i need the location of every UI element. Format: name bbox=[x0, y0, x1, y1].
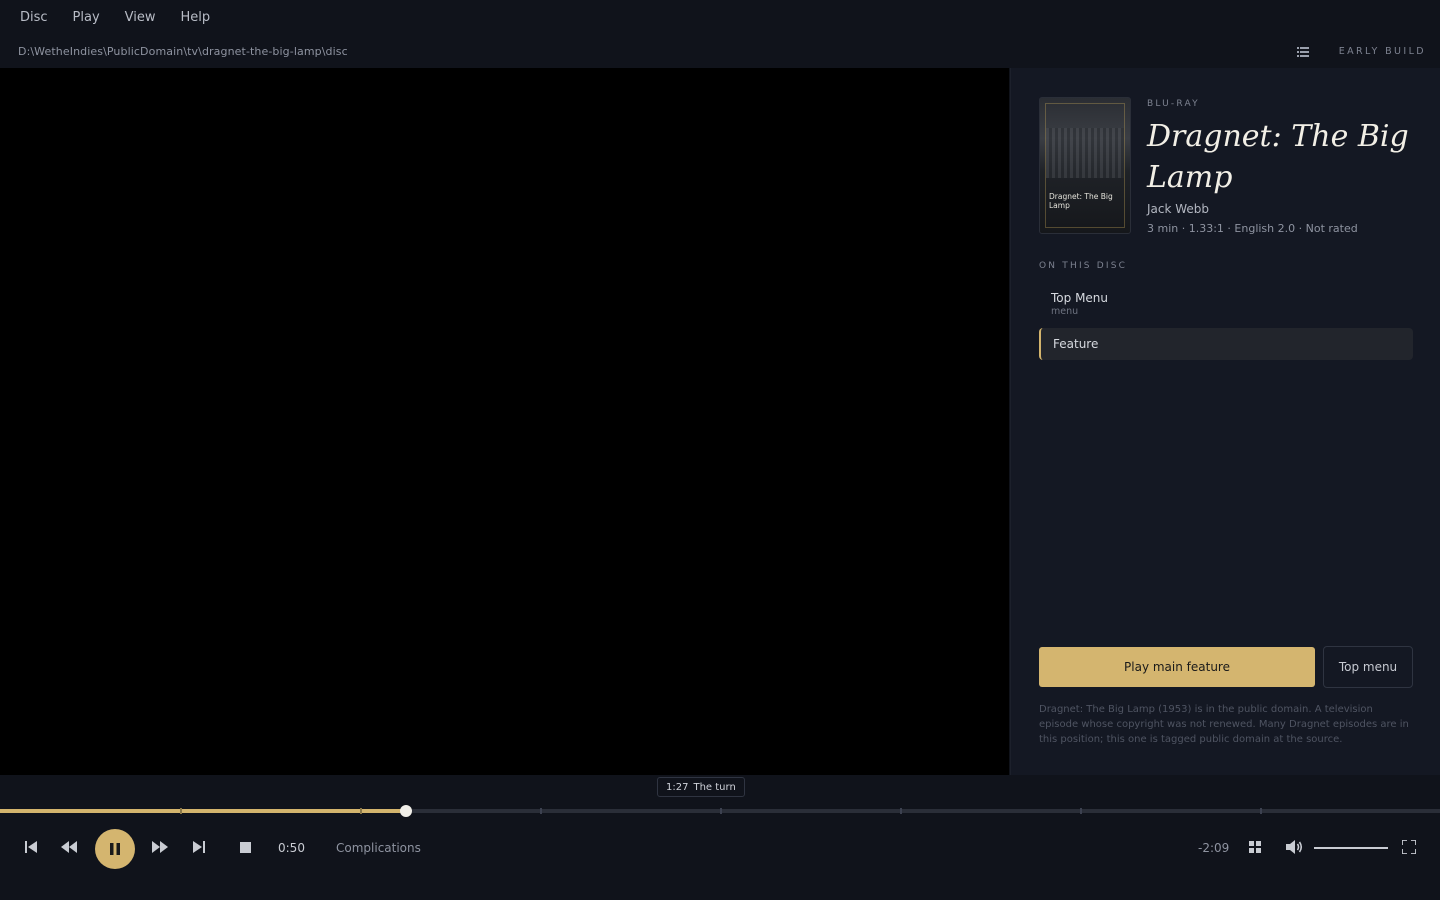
top-menu-button[interactable]: Top menu bbox=[1323, 646, 1413, 688]
grid-icon bbox=[1249, 841, 1261, 853]
player-controls: 1:27 The turn 0:50 Complications -2:09 bbox=[0, 775, 1440, 900]
disc-item-sub: menu bbox=[1051, 306, 1079, 317]
elapsed-time: 0:50 bbox=[278, 841, 305, 855]
skip-next-icon bbox=[193, 841, 205, 853]
chapter-tick bbox=[360, 808, 362, 814]
fast-forward-button[interactable] bbox=[150, 835, 170, 859]
disc-title: Dragnet: The Big Lamp bbox=[1147, 119, 1409, 195]
seek-tooltip: 1:27 The turn bbox=[657, 777, 745, 797]
mute-button[interactable] bbox=[1284, 835, 1306, 859]
pause-icon bbox=[110, 843, 120, 855]
disc-path: D:\WetheIndies\PublicDomain\tv\dragnet-t… bbox=[18, 45, 348, 58]
chapter-name: Complications bbox=[336, 841, 421, 855]
fullscreen-button[interactable] bbox=[1400, 835, 1418, 859]
rewind-icon bbox=[61, 841, 77, 853]
disc-info-panel: Dragnet: The Big Lamp BLU-RAY Dragnet: T… bbox=[1010, 68, 1440, 775]
volume-icon bbox=[1286, 840, 1303, 854]
disc-item-feature[interactable]: Feature bbox=[1039, 328, 1413, 360]
seek-bar[interactable] bbox=[0, 805, 1440, 817]
path-bar-right: EARLY BUILD bbox=[1296, 35, 1426, 68]
seek-thumb[interactable] bbox=[399, 805, 412, 817]
chapter-tick bbox=[180, 808, 182, 814]
disc-item-name: Top Menu bbox=[1051, 291, 1109, 305]
chapters-grid-button[interactable] bbox=[1246, 835, 1264, 859]
rewind-button[interactable] bbox=[59, 835, 79, 859]
disc-note: Dragnet: The Big Lamp (1953) is in the p… bbox=[1039, 704, 1409, 745]
fullscreen-icon bbox=[1402, 840, 1416, 854]
disc-item-top-menu[interactable]: Top Menu menu bbox=[1039, 290, 1413, 326]
volume-level bbox=[1314, 847, 1388, 849]
menu-play[interactable]: Play bbox=[73, 10, 100, 25]
cover-title: Dragnet: The Big Lamp bbox=[1049, 192, 1113, 210]
stop-button[interactable] bbox=[236, 835, 254, 859]
chapter-tick bbox=[540, 808, 542, 814]
cover-art: Dragnet: The Big Lamp bbox=[1039, 97, 1131, 234]
menu-view[interactable]: View bbox=[125, 10, 156, 25]
fast-forward-icon bbox=[152, 841, 168, 853]
volume-slider[interactable] bbox=[1314, 847, 1388, 849]
chapter-tick bbox=[720, 808, 722, 814]
pause-button[interactable] bbox=[95, 829, 135, 869]
menu-disc[interactable]: Disc bbox=[20, 10, 48, 25]
play-main-feature-button[interactable]: Play main feature bbox=[1039, 647, 1315, 687]
disc-meta: 3 min · 1.33:1 · English 2.0 · Not rated bbox=[1147, 222, 1358, 235]
previous-chapter-button[interactable] bbox=[22, 835, 40, 859]
chapter-tick bbox=[900, 808, 902, 814]
video-area[interactable] bbox=[0, 68, 1009, 775]
disc-kind: BLU-RAY bbox=[1147, 99, 1200, 109]
next-chapter-button[interactable] bbox=[190, 835, 208, 859]
seek-progress bbox=[0, 809, 406, 813]
disc-item-name: Feature bbox=[1053, 337, 1099, 351]
tooltip-time: 1:27 bbox=[666, 781, 689, 793]
list-icon[interactable] bbox=[1296, 46, 1309, 57]
chapter-tick bbox=[1080, 808, 1082, 814]
chapter-tick bbox=[1260, 808, 1262, 814]
early-build-label: EARLY BUILD bbox=[1338, 46, 1426, 57]
stop-icon bbox=[239, 841, 251, 853]
path-bar: D:\WetheIndies\PublicDomain\tv\dragnet-t… bbox=[0, 35, 1440, 68]
remaining-time: -2:09 bbox=[1198, 841, 1230, 855]
skip-previous-icon bbox=[25, 841, 37, 853]
section-label: ON THIS DISC bbox=[1039, 261, 1128, 271]
menu-bar: Disc Play View Help bbox=[0, 0, 1440, 35]
tooltip-label: The turn bbox=[693, 781, 736, 793]
disc-director: Jack Webb bbox=[1147, 202, 1210, 216]
menu-help[interactable]: Help bbox=[181, 10, 211, 25]
